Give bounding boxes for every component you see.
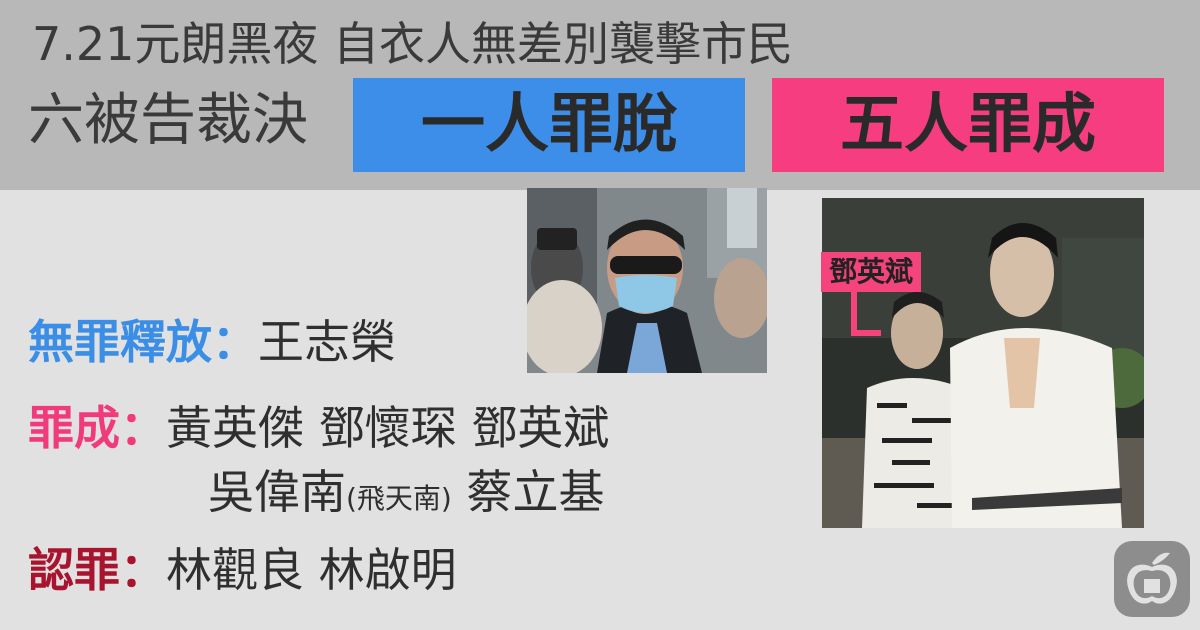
headline-line2: 六被告裁決 xyxy=(28,88,308,153)
convicted-name-choi: 蔡立基 xyxy=(451,465,605,519)
verdict-convicted-badge: 五人罪成 xyxy=(772,78,1164,172)
pleaded-guilty-row: 認罪：林觀良 林啟明 xyxy=(28,540,457,600)
verdict-acquitted-badge: 一人罪脫 xyxy=(353,78,745,172)
acquitted-names: 王志榮 xyxy=(258,315,396,369)
convicted-alias: (飛天南) xyxy=(346,482,452,515)
photo-name-tag: 鄧英斌 xyxy=(821,252,922,292)
convicted-photo-illustration xyxy=(822,198,1144,528)
name-tag-pointer xyxy=(851,292,881,336)
convicted-row-line2: 吳偉南(飛天南) 蔡立基 xyxy=(208,462,604,529)
defendant-photo-acquitted xyxy=(527,188,767,373)
headline-line1: 7.21元朗黑夜 自衣人無差別襲擊市民 xyxy=(32,17,794,71)
acquitted-label: 無罪釋放： xyxy=(28,315,258,369)
defendant-photo-convicted xyxy=(822,198,1144,528)
convicted-label: 罪成： xyxy=(28,401,166,455)
apple-daily-logo-icon xyxy=(1114,541,1190,617)
convicted-name-ng: 吳偉南 xyxy=(208,465,346,519)
convicted-row: 罪成：黃英傑 鄧懷琛 鄧英斌 xyxy=(28,398,609,458)
convicted-names-line1: 黃英傑 鄧懷琛 鄧英斌 xyxy=(166,401,610,455)
acquitted-row: 無罪釋放：王志榮 xyxy=(28,312,396,372)
pleaded-label: 認罪： xyxy=(28,543,166,597)
defendant-photo-illustration xyxy=(527,188,767,373)
apple-logo-shape xyxy=(1127,552,1177,604)
pleaded-names: 林觀良 林啟明 xyxy=(166,543,457,597)
